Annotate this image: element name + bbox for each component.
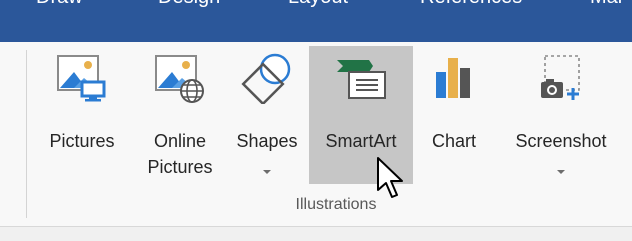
pictures-button[interactable]: Pictures — [36, 46, 128, 184]
online-pictures-button[interactable]: Online Pictures — [136, 46, 224, 184]
online-pictures-label-line2: Pictures — [147, 157, 213, 177]
group-label-illustrations: Illustrations — [295, 196, 377, 213]
tab-design[interactable]: Design — [158, 0, 220, 9]
shapes-icon — [241, 53, 291, 104]
ribbon-tab-bar: Draw Design Layout References Mai — [0, 0, 632, 42]
picture-monitor-icon — [57, 55, 106, 102]
smartart-icon — [337, 60, 386, 99]
tab-layout[interactable]: Layout — [288, 0, 348, 9]
chevron-down-icon[interactable] — [557, 170, 565, 174]
tab-mailings[interactable]: Mai — [590, 0, 622, 9]
ribbon-bottom-strip — [0, 226, 632, 241]
chevron-down-icon[interactable] — [263, 170, 271, 174]
chart-label: Chart — [431, 131, 476, 151]
group-separator — [26, 50, 27, 218]
tab-references[interactable]: References — [420, 0, 522, 9]
mouse-pointer-icon — [377, 157, 403, 198]
smartart-label: SmartArt — [325, 131, 397, 151]
camera-plus-icon — [541, 55, 580, 100]
online-pictures-label-line1: Online — [153, 131, 207, 151]
chart-button[interactable]: Chart — [418, 46, 490, 184]
screenshot-label: Screenshot — [515, 131, 607, 151]
tab-draw[interactable]: Draw — [36, 0, 83, 9]
shapes-button[interactable]: Shapes — [226, 46, 308, 184]
online-pictures-label: Online Pictures — [136, 128, 224, 180]
shapes-label: Shapes — [236, 131, 298, 151]
pictures-label: Pictures — [49, 131, 115, 151]
ribbon-panel: Pictures Online Pictures Shapes SmartArt… — [0, 42, 632, 226]
bar-chart-icon — [436, 58, 470, 98]
screenshot-button[interactable]: Screenshot — [496, 46, 626, 184]
online-picture-globe-icon — [155, 55, 204, 103]
